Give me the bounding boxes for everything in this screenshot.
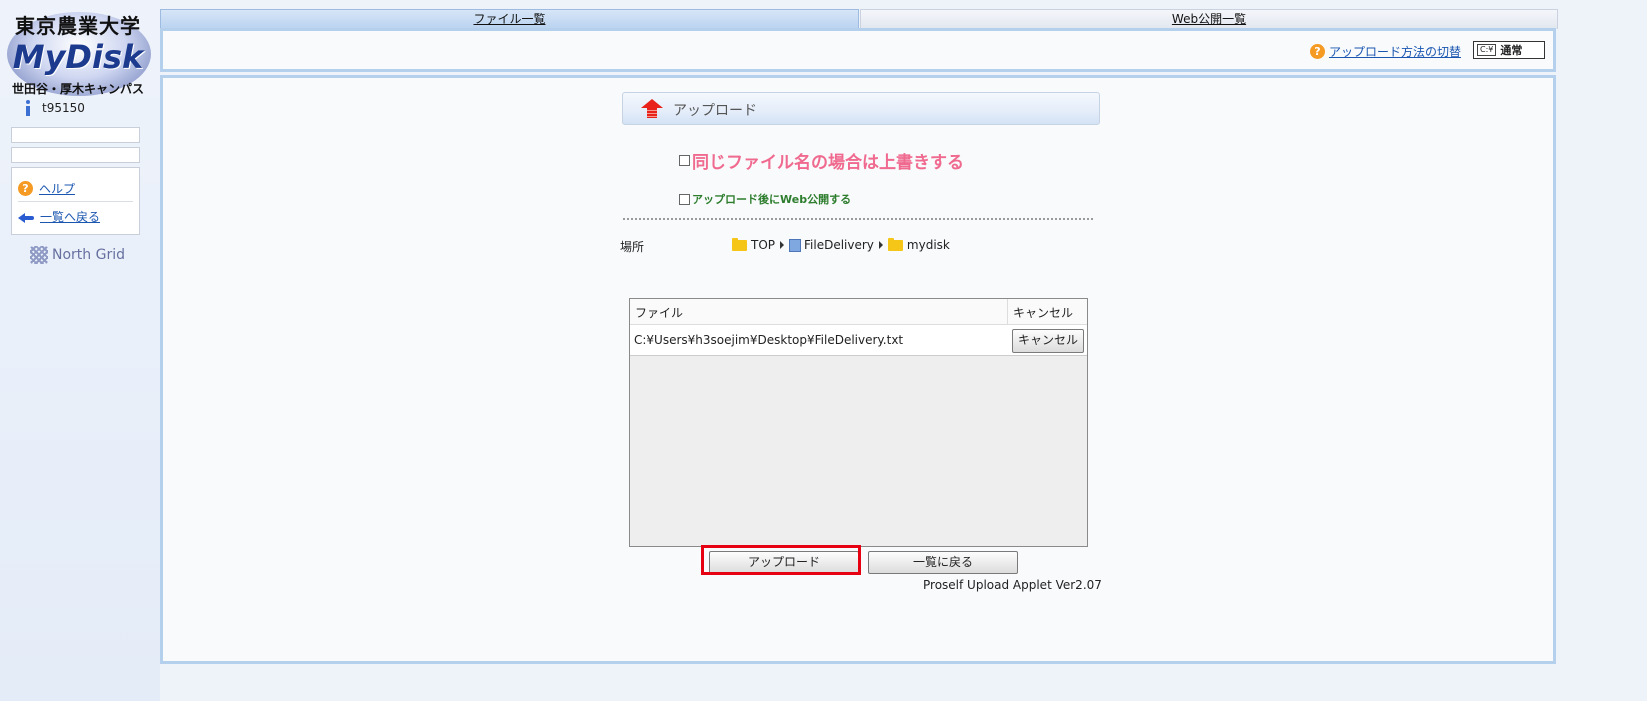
sidebar-divider (18, 201, 133, 202)
table-row: C:¥Users¥h3soejim¥Desktop¥FileDelivery.t… (630, 325, 1087, 356)
back-to-list-button[interactable]: 一覧に戻る (868, 551, 1018, 574)
upload-method-switch[interactable]: ? アップロード方法の切替 (1309, 43, 1461, 60)
upload-arrow-icon (641, 99, 663, 119)
web-publish-label: アップロード後にWeb公開する (692, 193, 852, 206)
dotted-divider (623, 218, 1093, 220)
chevron-right-icon (878, 241, 883, 249)
north-grid-logo: North Grid (30, 246, 125, 264)
file-path: C:¥Users¥h3soejim¥Desktop¥FileDelivery.t… (634, 333, 904, 347)
column-header-file: ファイル (635, 306, 684, 320)
logo-campus: 世田谷・厚木キャンパス (11, 82, 144, 96)
upload-panel: アップロード 同じファイル名の場合は上書きする アップロード後にWeb公開する … (160, 75, 1556, 664)
user-info-icon (24, 100, 32, 116)
help-link[interactable]: ヘルプ (39, 180, 75, 197)
username: t95150 (42, 101, 85, 115)
cancel-file-button[interactable]: キャンセル (1012, 329, 1084, 353)
location-label: 場所 (620, 240, 645, 254)
help-icon: ? (18, 181, 33, 196)
web-publish-checkbox[interactable] (679, 193, 690, 205)
north-grid-label: North Grid (52, 247, 125, 263)
web-publish-option[interactable]: アップロード後にWeb公開する (679, 191, 851, 207)
upload-mode-button[interactable]: C:¥ 通常 (1473, 41, 1545, 59)
back-link-row[interactable]: 一覧へ戻る (18, 208, 100, 225)
filedelivery-icon (789, 238, 802, 252)
tab-web-list[interactable]: Web公開一覧 (860, 9, 1558, 29)
location-path: TOP FileDelivery mydisk (732, 237, 950, 252)
logo-university-name: 東京農業大学 (15, 14, 141, 38)
applet-version: Proself Upload Applet Ver2.07 (923, 578, 1102, 592)
column-header-cancel: キャンセル (1013, 306, 1074, 320)
back-to-list-link[interactable]: 一覧へ戻る (40, 208, 100, 225)
mydisk-logo: 東京農業大学 MyDisk 世田谷・厚木キャンパス (3, 8, 153, 96)
upload-section-title: アップロード (673, 103, 757, 119)
upload-method-switch-link[interactable]: アップロード方法の切替 (1329, 43, 1461, 60)
table-header: ファイル キャンセル (630, 299, 1087, 325)
sidebar-field-2 (11, 147, 140, 163)
sidebar-links: ? ヘルプ 一覧へ戻る (11, 167, 140, 235)
upload-file-table: ファイル キャンセル C:¥Users¥h3soejim¥Desktop¥Fil… (629, 298, 1088, 547)
overwrite-option[interactable]: 同じファイル名の場合は上書きする (679, 148, 964, 173)
overwrite-label: 同じファイル名の場合は上書きする (692, 153, 964, 173)
upload-button-highlight (701, 545, 861, 575)
tab-file-list[interactable]: ファイル一覧 (160, 9, 859, 29)
upload-method-bar: ? アップロード方法の切替 C:¥ 通常 (160, 28, 1556, 72)
path-segment-filedelivery: FileDelivery (804, 238, 874, 252)
tab-file-list-label[interactable]: ファイル一覧 (473, 12, 545, 26)
logo-brand: MyDisk (12, 38, 144, 76)
help-link-row[interactable]: ? ヘルプ (18, 180, 75, 197)
tab-web-list-label[interactable]: Web公開一覧 (1172, 12, 1246, 26)
upload-mode-label: 通常 (1500, 44, 1523, 57)
sidebar-field-1 (11, 127, 140, 143)
chevron-right-icon (780, 241, 785, 249)
path-segment-mydisk: mydisk (906, 238, 950, 252)
back-arrow-icon (18, 211, 34, 223)
path-segment-top: TOP (751, 238, 776, 252)
north-grid-icon (30, 246, 48, 264)
folder-icon (887, 237, 903, 251)
help-icon: ? (1309, 44, 1325, 59)
sidebar: 東京農業大学 MyDisk 世田谷・厚木キャンパス t95150 ? ヘルプ 一… (0, 0, 160, 701)
user-info: t95150 (24, 100, 85, 116)
folder-icon (732, 237, 747, 251)
overwrite-checkbox[interactable] (679, 155, 690, 166)
upload-section-header: アップロード (622, 92, 1100, 125)
drive-icon: C:¥ (1477, 44, 1497, 56)
